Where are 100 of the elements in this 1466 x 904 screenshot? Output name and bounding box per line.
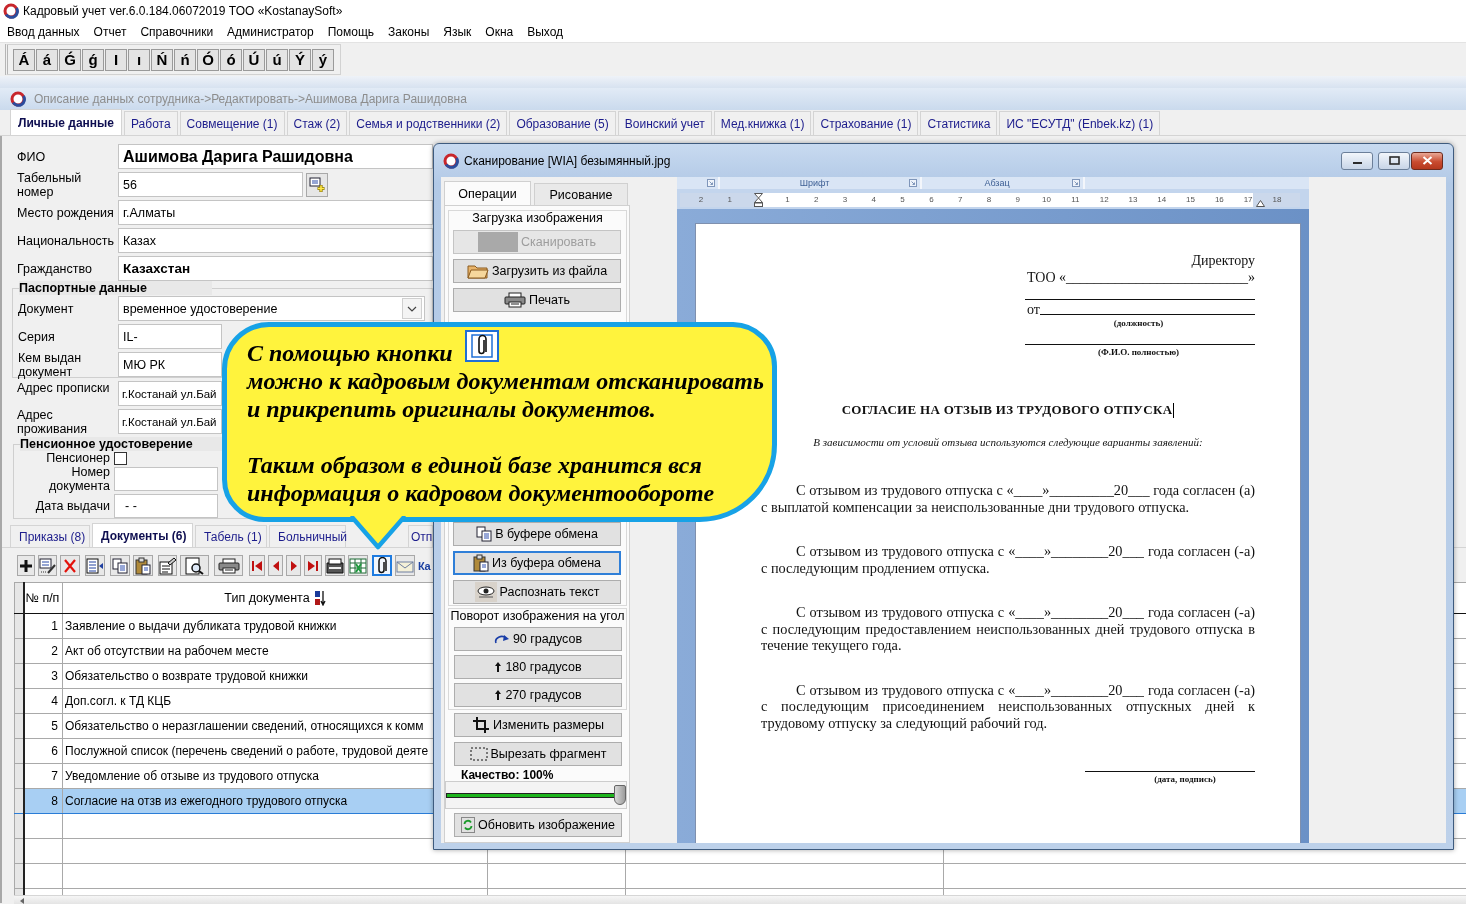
text-field[interactable]: 56 [118,172,303,197]
menu-item[interactable]: Справочники [140,25,214,39]
text-field[interactable]: Казах [118,228,433,253]
toolbar-button[interactable] [38,555,57,576]
text-field[interactable]: IL- [118,324,222,349]
quality-slider[interactable] [445,781,627,809]
table-cell: Уведомление об отзыве из трудового отпуска [65,769,320,783]
tab[interactable]: Совмещение (1) [179,111,285,135]
menu-item[interactable]: Администратор [227,25,314,39]
toolbar-button[interactable] [85,555,105,576]
minimize-button[interactable] [1341,151,1373,170]
refresh-icon [461,817,476,833]
checkbox[interactable] [114,451,127,465]
next-icon [289,559,298,572]
menu-item[interactable]: Ввод данных [7,25,80,39]
close-button[interactable] [1411,151,1443,170]
field-label: Табельный номер [17,170,83,199]
letter-button[interactable]: ǵ [82,48,104,71]
letter-button[interactable]: ı [128,48,150,71]
letter-button[interactable]: ń [174,48,196,71]
toolbar-button[interactable] [214,555,243,576]
text-field[interactable]: г.Костанай ул.Бай [118,409,222,434]
letter-button[interactable]: Ǵ [59,48,81,71]
letter-button[interactable]: ó [220,48,242,71]
tab[interactable]: Работа [124,111,178,135]
field-label: Пенсионер [45,451,111,465]
toolbar-button[interactable] [372,555,392,576]
previous-icon [271,559,280,572]
launcher-icon [909,179,917,187]
tab[interactable]: Воинский учет [617,111,712,135]
spreadsheet-icon [349,557,367,574]
letter-button[interactable]: Ń [151,48,173,71]
group-title: Поворот изображения на угол [449,609,626,624]
tab[interactable]: Операции [444,181,531,205]
toolbar-button[interactable] [158,555,177,576]
text-field[interactable] [114,467,218,491]
tab[interactable]: Приказы (8) [10,525,90,547]
text-field[interactable]: г.Костанай ул.Бай [118,381,222,406]
rotate-button[interactable]: 270 градусов [454,683,622,707]
menu-item[interactable]: Язык [443,25,472,39]
text-field[interactable]: МЮ РК [118,352,222,377]
tab[interactable]: Документы (6) [92,523,193,547]
tab[interactable]: Стаж (2) [286,111,348,135]
text-field[interactable]: г.Алматы [118,200,433,225]
print-button[interactable]: Печать [453,288,621,312]
caption-text: (Ф.И.О. полностью) [1096,347,1181,358]
tab[interactable]: Семья и родственники (2) [349,111,508,135]
resize-button[interactable]: Изменить размеры [454,713,622,737]
column-header[interactable]: Тип документа [224,591,310,605]
tab[interactable]: Образование (5) [509,111,616,135]
maximize-button[interactable] [1378,151,1410,170]
tab[interactable]: Страхование (1) [813,111,919,135]
letter-button[interactable]: ý [312,48,334,71]
paste-button[interactable]: Из буфера обмена [453,551,621,575]
letter-button[interactable]: Á [13,48,35,71]
field-label: Документ [18,301,75,316]
letter-button[interactable]: Ú [243,48,265,71]
toolbar-button[interactable] [17,555,35,576]
tab[interactable]: Личные данные [10,109,122,135]
tab[interactable]: ИС "ЕСУТД" (Enbek.kz) (1) [999,111,1161,135]
letter-button[interactable]: Ý [289,48,311,71]
letter-button[interactable]: Ó [197,48,219,71]
field-label: Номер документа [48,465,111,493]
tab[interactable]: Табель (1) [195,525,267,547]
rotate-button[interactable]: 180 градусов [454,655,622,679]
menu-item[interactable]: Отчет [93,25,127,39]
copy-button[interactable]: В буфере обмена [453,522,621,546]
menu-item[interactable]: Выход [527,25,564,39]
chevron-down-icon [407,305,417,312]
recognize-text-button[interactable]: Распознать текст [453,580,621,604]
field-label: Национальность [17,233,116,248]
tab[interactable]: Рисование [534,183,628,205]
selection-icon [469,747,488,761]
dropdown-field[interactable]: временное удостоверение [118,296,425,321]
letter-button[interactable]: I [105,48,127,71]
toolbar-button[interactable] [180,555,209,576]
date-field[interactable]: - - [114,494,218,518]
slider-thumb[interactable] [614,785,626,805]
text-field[interactable]: Казахстан [118,256,433,281]
cut-fragment-button[interactable]: Вырезать фрагмент [454,742,622,766]
letter-button[interactable]: á [36,48,58,71]
refresh-button[interactable]: Обновить изображение [454,813,622,837]
toolbar-button[interactable] [325,555,345,576]
add-button[interactable] [306,172,328,197]
load-file-button[interactable]: Загрузить из файла [453,259,621,283]
table-cell: Согласие на отзв из ежегодного трудового отпуска [65,794,348,808]
menu-item[interactable]: Законы [388,25,430,39]
tab[interactable]: Статистика [920,111,998,135]
horizontal-scrollbar[interactable] [14,895,1466,904]
ribbon-group-label: Абзац [983,177,1011,189]
menu-item[interactable]: Помощь [327,25,375,39]
toolbar-button[interactable] [110,555,130,576]
tab[interactable]: Больничный [269,525,346,547]
menu-item[interactable]: Окна [485,25,514,39]
tab[interactable]: Отп [408,525,433,547]
rotate-button[interactable]: 90 градусов [454,627,622,651]
text-field[interactable]: Ашимова Дарига Рашидовна [118,144,433,169]
letter-button[interactable]: ú [266,48,288,71]
toolbar-button[interactable] [133,555,153,576]
tab[interactable]: Мед.книжка (1) [713,111,812,135]
